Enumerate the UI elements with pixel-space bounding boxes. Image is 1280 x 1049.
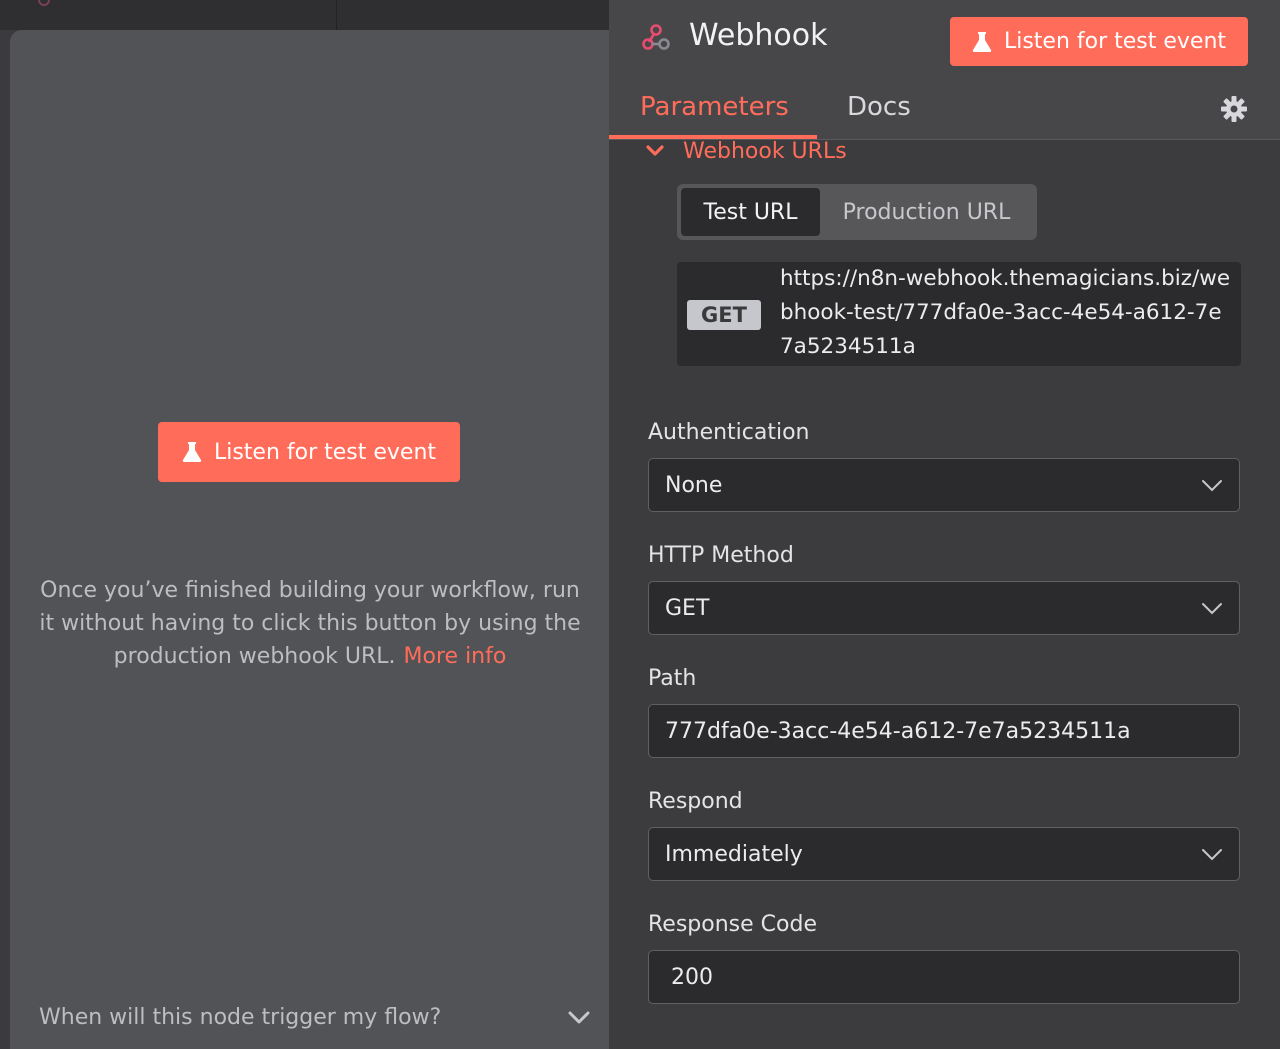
trigger-info-text: Once you’ve finished building your workf… xyxy=(30,574,590,673)
path-input[interactable]: 777dfa0e-3acc-4e54-a612-7e7a5234511a xyxy=(648,704,1240,758)
respond-label: Respond xyxy=(648,789,743,814)
chevron-down-icon xyxy=(1202,849,1222,861)
response-code-label: Response Code xyxy=(648,912,817,937)
http-method-select[interactable]: GET xyxy=(648,581,1240,635)
tab-test-url[interactable]: Test URL xyxy=(681,188,820,236)
http-method-label: HTTP Method xyxy=(648,543,794,568)
http-method-value: GET xyxy=(665,595,710,621)
gear-icon[interactable] xyxy=(1220,95,1248,123)
tab-docs[interactable]: Docs xyxy=(847,92,911,122)
listen-button-label: Listen for test event xyxy=(213,439,437,465)
chevron-down-icon xyxy=(646,145,664,156)
webhook-urls-label: Webhook URLs xyxy=(683,138,847,164)
more-info-link[interactable]: More info xyxy=(404,644,507,669)
respond-value: Immediately xyxy=(665,841,803,867)
url-type-switcher: Test URL Production URL xyxy=(677,184,1037,240)
path-value: 777dfa0e-3acc-4e54-a612-7e7a5234511a xyxy=(665,718,1131,744)
webhook-url-box[interactable]: GET https://n8n-webhook.themagicians.biz… xyxy=(677,262,1241,366)
listen-for-test-event-button-header[interactable]: Listen for test event xyxy=(950,17,1248,66)
http-method-badge: GET xyxy=(687,300,761,330)
authentication-label: Authentication xyxy=(648,420,810,445)
listen-button-label: Listen for test event xyxy=(1003,29,1227,54)
response-code-value: 200 xyxy=(671,964,713,990)
webhook-urls-toggle[interactable]: Webhook URLs xyxy=(645,136,847,166)
respond-select[interactable]: Immediately xyxy=(648,827,1240,881)
path-label: Path xyxy=(648,666,697,691)
chevron-down-icon xyxy=(568,1011,590,1024)
authentication-value: None xyxy=(665,472,723,498)
node-settings-panel: Webhook Listen for test event Parameters… xyxy=(609,0,1280,1049)
flask-icon xyxy=(182,442,202,462)
webhook-icon xyxy=(642,24,670,50)
listen-for-test-event-button[interactable]: Listen for test event xyxy=(158,422,460,482)
node-title: Webhook xyxy=(689,18,828,53)
tab-parameters[interactable]: Parameters xyxy=(640,92,789,122)
node-icon xyxy=(38,0,50,6)
tab-production-url[interactable]: Production URL xyxy=(820,188,1033,236)
chevron-down-icon xyxy=(1202,603,1222,615)
faq-question-label: When will this node trigger my flow? xyxy=(39,1004,442,1030)
node-header: Webhook Listen for test event Parameters… xyxy=(609,0,1280,140)
authentication-select[interactable]: None xyxy=(648,458,1240,512)
app-root: Listen for test event Once you’ve finish… xyxy=(0,0,1280,1049)
response-code-input[interactable]: 200 xyxy=(648,950,1240,1004)
top-bar-divider xyxy=(336,0,337,30)
flask-icon xyxy=(972,31,992,52)
webhook-url-text: https://n8n-webhook.themagicians.biz/web… xyxy=(780,266,1231,359)
trigger-info-panel: Listen for test event Once you’ve finish… xyxy=(10,30,609,1049)
left-top-bar xyxy=(0,0,609,30)
faq-trigger-question[interactable]: When will this node trigger my flow? xyxy=(39,1002,591,1032)
chevron-down-icon xyxy=(1202,480,1222,492)
